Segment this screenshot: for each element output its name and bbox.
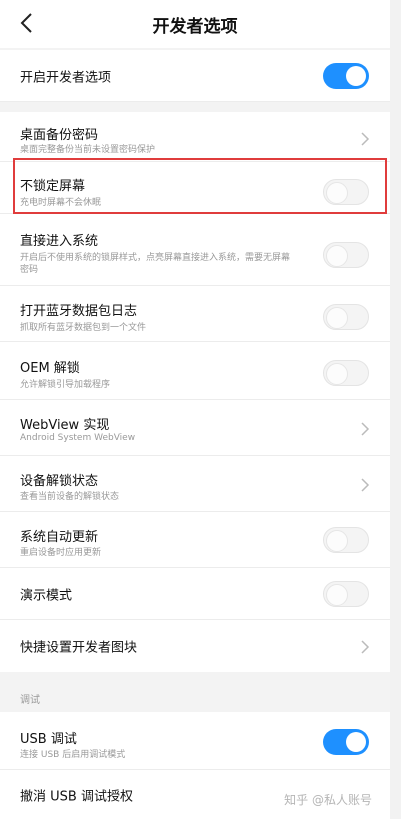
developer-options-toggle[interactable] — [323, 63, 369, 89]
row-quick-settings-tiles[interactable]: 快捷设置开发者图块 — [0, 620, 390, 672]
row-subtitle: Android System WebView — [20, 433, 136, 443]
row-subtitle: 开启后不使用系统的锁屏样式，点亮屏幕直接进入系统，需要无屏幕 — [20, 253, 291, 263]
row-label: 快捷设置开发者图块 — [20, 640, 138, 656]
toggle-knob — [326, 584, 348, 606]
row-desktop-backup-password[interactable]: 桌面备份密码 桌面完整备份当前未设置密码保护 — [0, 112, 390, 162]
row-subtitle: 重启设备时应用更新 — [20, 548, 102, 558]
row-subtitle: 抓取所有蓝牙数据包到一个文件 — [20, 323, 147, 333]
toggle-knob — [346, 66, 366, 86]
toggle-knob — [346, 732, 366, 752]
chevron-right-icon — [360, 477, 370, 492]
row-label: 设备解锁状态 — [20, 474, 99, 489]
row-label: 开启开发者选项 — [20, 70, 112, 85]
auto-update-toggle[interactable] — [323, 527, 369, 553]
chevron-right-icon — [360, 131, 370, 146]
toggle-knob — [326, 245, 348, 267]
toggle-knob — [326, 530, 348, 552]
usb-debugging-toggle[interactable] — [323, 729, 369, 755]
bluetooth-log-toggle[interactable] — [323, 304, 369, 330]
row-enable-developer-options[interactable]: 开启开发者选项 — [0, 50, 390, 102]
watermark: 知乎 @私人账号 — [284, 793, 372, 807]
row-subtitle: 连接 USB 后启用调试模式 — [20, 750, 126, 760]
demo-mode-toggle[interactable] — [323, 581, 369, 607]
row-webview-implementation[interactable]: WebView 实现 Android System WebView — [0, 400, 390, 456]
chevron-right-icon — [360, 421, 370, 436]
row-usb-debugging[interactable]: USB 调试 连接 USB 后启用调试模式 — [0, 712, 390, 770]
row-demo-mode[interactable]: 演示模式 — [0, 568, 390, 620]
row-subtitle: 查看当前设备的解锁状态 — [20, 492, 120, 502]
row-device-unlock-status[interactable]: 设备解锁状态 查看当前设备的解锁状态 — [0, 456, 390, 512]
row-direct-boot[interactable]: 直接进入系统 开启后不使用系统的锁屏样式，点亮屏幕直接进入系统，需要无屏幕 密码 — [0, 214, 390, 286]
oem-unlock-toggle[interactable] — [323, 360, 369, 386]
section-gap — [0, 102, 390, 112]
row-label: 桌面备份密码 — [20, 128, 99, 143]
row-auto-system-update[interactable]: 系统自动更新 重启设备时应用更新 — [0, 512, 390, 568]
row-subtitle-continued: 密码 — [20, 265, 39, 275]
section-title: 调试 — [20, 695, 40, 706]
highlight-annotation-box — [13, 158, 387, 214]
row-oem-unlock[interactable]: OEM 解锁 允许解锁引导加载程序 — [0, 342, 390, 400]
top-bar: 开发者选项 — [0, 0, 390, 48]
direct-boot-toggle[interactable] — [323, 242, 369, 268]
row-bluetooth-hci-log[interactable]: 打开蓝牙数据包日志 抓取所有蓝牙数据包到一个文件 — [0, 286, 390, 342]
right-edge-strip — [390, 0, 401, 819]
row-label: OEM 解锁 — [20, 361, 80, 376]
page-title: 开发者选项 — [152, 17, 238, 37]
toggle-knob — [326, 363, 348, 385]
row-label: WebView 实现 — [20, 418, 110, 433]
row-label: 撤消 USB 调试授权 — [20, 789, 133, 804]
toggle-knob — [326, 307, 348, 329]
row-label: 打开蓝牙数据包日志 — [20, 304, 138, 319]
row-subtitle: 允许解锁引导加载程序 — [20, 380, 111, 390]
row-label: 系统自动更新 — [20, 530, 99, 545]
row-subtitle: 桌面完整备份当前未设置密码保护 — [20, 145, 156, 155]
settings-screen: 开发者选项 开启开发者选项 桌面备份密码 桌面完整备份当前未设置密码保护 不锁定… — [0, 0, 390, 819]
chevron-right-icon — [360, 639, 370, 654]
row-label: 演示模式 — [20, 588, 73, 603]
row-label: USB 调试 — [20, 732, 77, 747]
row-label: 直接进入系统 — [20, 234, 99, 249]
debug-section-header: 调试 — [0, 672, 390, 712]
